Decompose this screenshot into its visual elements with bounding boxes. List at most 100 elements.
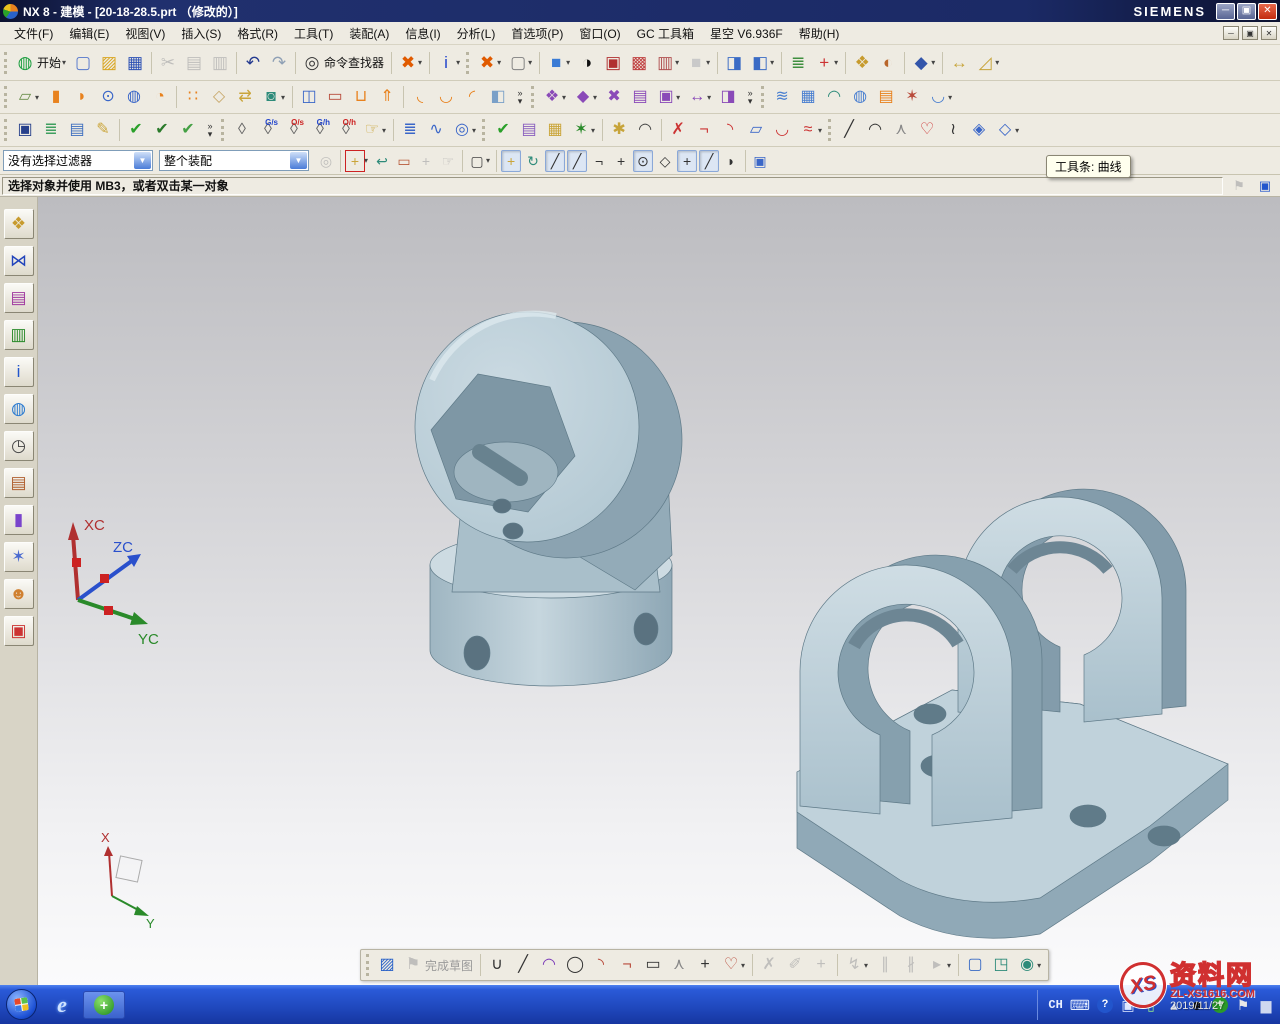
show-hide-button[interactable]: ❖ bbox=[850, 51, 874, 75]
render-style-button[interactable]: ◑ bbox=[575, 51, 599, 75]
sheet-body-dropdown-icon[interactable]: ▾ bbox=[948, 93, 952, 102]
face-shape-button[interactable]: ◊ bbox=[230, 118, 254, 142]
thicken-button[interactable]: ⇑ bbox=[375, 85, 399, 109]
new-window-dropdown-icon[interactable]: ▾ bbox=[528, 58, 532, 67]
trimmed-sheet-button[interactable]: ▭ bbox=[323, 85, 347, 109]
menu-item-5[interactable]: 工具(T) bbox=[286, 22, 341, 45]
extrude-button[interactable]: ▮ bbox=[44, 85, 68, 109]
3d-scene[interactable]: XC ZC YC X Y bbox=[38, 197, 1280, 985]
poly-spline-button[interactable]: ⋏ bbox=[889, 118, 913, 142]
update-model-button[interactable]: ◉▾ bbox=[1015, 953, 1044, 977]
section-view-3-dropdown-icon[interactable]: ▾ bbox=[675, 58, 679, 67]
menu-item-6[interactable]: 装配(A) bbox=[341, 22, 397, 45]
replace-face-button[interactable]: ◆▾ bbox=[571, 85, 600, 109]
face-os-button[interactable]: ◊O/s bbox=[282, 118, 306, 142]
minimize-button[interactable]: ─ bbox=[1216, 3, 1235, 20]
pattern-face-dropdown-icon[interactable]: ▾ bbox=[676, 93, 680, 102]
menu-item-0[interactable]: 文件(F) bbox=[6, 22, 61, 45]
toolbar-grip[interactable] bbox=[4, 52, 9, 74]
visualization-gallery-button[interactable]: ▮ bbox=[4, 505, 34, 535]
disc-spring-button[interactable]: ◎▾ bbox=[450, 118, 479, 142]
toolbar-overflow-button[interactable]: »▾ bbox=[513, 84, 527, 110]
part-clamp-base[interactable] bbox=[797, 489, 1228, 938]
sketch-constraints-dropdown-icon[interactable]: ▾ bbox=[864, 961, 868, 970]
datum-plane-button[interactable]: ◇ bbox=[207, 85, 231, 109]
boss-button[interactable]: ◍ bbox=[122, 85, 146, 109]
edge-blend-button[interactable]: ◟ bbox=[408, 85, 432, 109]
restore-button[interactable]: ▣ bbox=[1237, 3, 1256, 20]
menu-item-7[interactable]: 信息(I) bbox=[397, 22, 448, 45]
move-object-button[interactable]: ⇄ bbox=[233, 85, 257, 109]
help-tray-icon[interactable]: ? bbox=[1097, 997, 1113, 1013]
fit-view-button[interactable]: ▣ bbox=[1253, 174, 1277, 198]
toolbar-grip[interactable] bbox=[366, 954, 371, 976]
touch-mode-button[interactable]: ✖▾ bbox=[475, 51, 504, 75]
sheet-body-button[interactable]: ◡▾ bbox=[926, 85, 955, 109]
snap-on-curve-button[interactable]: ╱ bbox=[699, 150, 719, 172]
examine-geometry-button[interactable]: ✔ bbox=[124, 118, 148, 142]
object-select-button[interactable]: ▣ bbox=[13, 118, 37, 142]
snap-toggle-dropdown-icon[interactable]: ▾ bbox=[364, 156, 368, 165]
toolbar-grip[interactable] bbox=[4, 86, 9, 108]
face-gh-button[interactable]: ◊G/h bbox=[308, 118, 332, 142]
history-button[interactable]: ◷ bbox=[4, 431, 34, 461]
datum-csys-button[interactable]: ▣ bbox=[750, 150, 770, 172]
sketch-button[interactable]: ▱▾ bbox=[13, 85, 42, 109]
start-dropdown-icon[interactable]: ▾ bbox=[62, 58, 66, 67]
object-display-button[interactable]: ◐ bbox=[876, 51, 900, 75]
extension-spring-button[interactable]: ∿ bbox=[424, 118, 448, 142]
update-model-dropdown-icon[interactable]: ▾ bbox=[1037, 961, 1041, 970]
move-face-button[interactable]: ❖▾ bbox=[540, 85, 569, 109]
measure-angle-button[interactable]: ◿▾ bbox=[973, 51, 1002, 75]
chamfer-plane-button[interactable]: ▱ bbox=[744, 118, 768, 142]
coil-spring-button[interactable]: ≣ bbox=[398, 118, 422, 142]
view-background-button[interactable]: ■▾ bbox=[684, 51, 713, 75]
toolbar-grip[interactable] bbox=[761, 86, 766, 108]
edit-section-dropdown-icon[interactable]: ▾ bbox=[931, 58, 935, 67]
intersection-curve-button[interactable]: ◇▾ bbox=[993, 118, 1022, 142]
toolbar-grip[interactable] bbox=[531, 86, 536, 108]
part-swivel-eye[interactable] bbox=[415, 312, 682, 686]
analysis-csys-dropdown-icon[interactable]: ▾ bbox=[591, 126, 595, 135]
new-window-button[interactable]: ▢▾ bbox=[506, 51, 535, 75]
start-button[interactable] bbox=[6, 989, 37, 1020]
select-handler-button[interactable]: ☞▾ bbox=[360, 118, 389, 142]
menu-item-11[interactable]: GC 工具箱 bbox=[629, 22, 702, 45]
reuse-library-button[interactable]: ▥ bbox=[4, 320, 34, 350]
sketch-rectangle-button[interactable]: ▭ bbox=[641, 953, 665, 977]
toolbar-grip[interactable] bbox=[4, 119, 9, 141]
split-body-button[interactable]: ◧ bbox=[486, 85, 510, 109]
menu-item-3[interactable]: 插入(S) bbox=[173, 22, 229, 45]
sketch-chamfer-button[interactable]: ¬ bbox=[615, 953, 639, 977]
smooth-curve-button[interactable]: ≈▾ bbox=[796, 118, 825, 142]
roles-button[interactable]: ☻ bbox=[4, 579, 34, 609]
web-browser-button[interactable]: ◍ bbox=[4, 394, 34, 424]
save-file-button[interactable]: ▦ bbox=[123, 51, 147, 75]
analysis-csys-button[interactable]: ✶▾ bbox=[569, 118, 598, 142]
section-view-3-button[interactable]: ▥▾ bbox=[653, 51, 682, 75]
sketch-shape-button[interactable]: ♡▾ bbox=[719, 953, 748, 977]
snap-point-button[interactable]: + bbox=[677, 150, 697, 172]
selection-filter-arrow-icon[interactable]: ▼ bbox=[134, 152, 151, 169]
redo-button[interactable]: ↷ bbox=[267, 51, 291, 75]
line-button[interactable]: ╱ bbox=[837, 118, 861, 142]
multi-pane-dropdown-icon[interactable]: ▾ bbox=[770, 58, 774, 67]
wcs-orient-button[interactable]: +▾ bbox=[812, 51, 841, 75]
deselect-eraser-button[interactable]: ▭ bbox=[394, 150, 414, 172]
scene-effects-button[interactable]: ✶ bbox=[4, 542, 34, 572]
sketch-point-button[interactable]: + bbox=[693, 953, 717, 977]
studio-spline-button[interactable]: ♡ bbox=[915, 118, 939, 142]
revolve-button[interactable]: ◗ bbox=[70, 85, 94, 109]
constraint-navigator-button[interactable]: ⋈ bbox=[4, 246, 34, 276]
menu-item-1[interactable]: 编辑(E) bbox=[61, 22, 117, 45]
toolbar-grip[interactable] bbox=[482, 119, 487, 141]
assembly-navigator-button[interactable]: ❖ bbox=[4, 209, 34, 239]
keyboard-tray-icon[interactable]: ⌨ bbox=[1070, 998, 1090, 1012]
ruled-surface-button[interactable]: ≋ bbox=[770, 85, 794, 109]
doc-close-button[interactable]: ✕ bbox=[1261, 26, 1277, 40]
marquee-select-button[interactable]: ▢▾ bbox=[467, 150, 492, 172]
face-oh-button[interactable]: ◊O/h bbox=[334, 118, 358, 142]
replace-face-dropdown-icon[interactable]: ▾ bbox=[593, 93, 597, 102]
offset-region-button[interactable]: ◨ bbox=[716, 85, 740, 109]
toolbar-grip[interactable] bbox=[828, 119, 833, 141]
